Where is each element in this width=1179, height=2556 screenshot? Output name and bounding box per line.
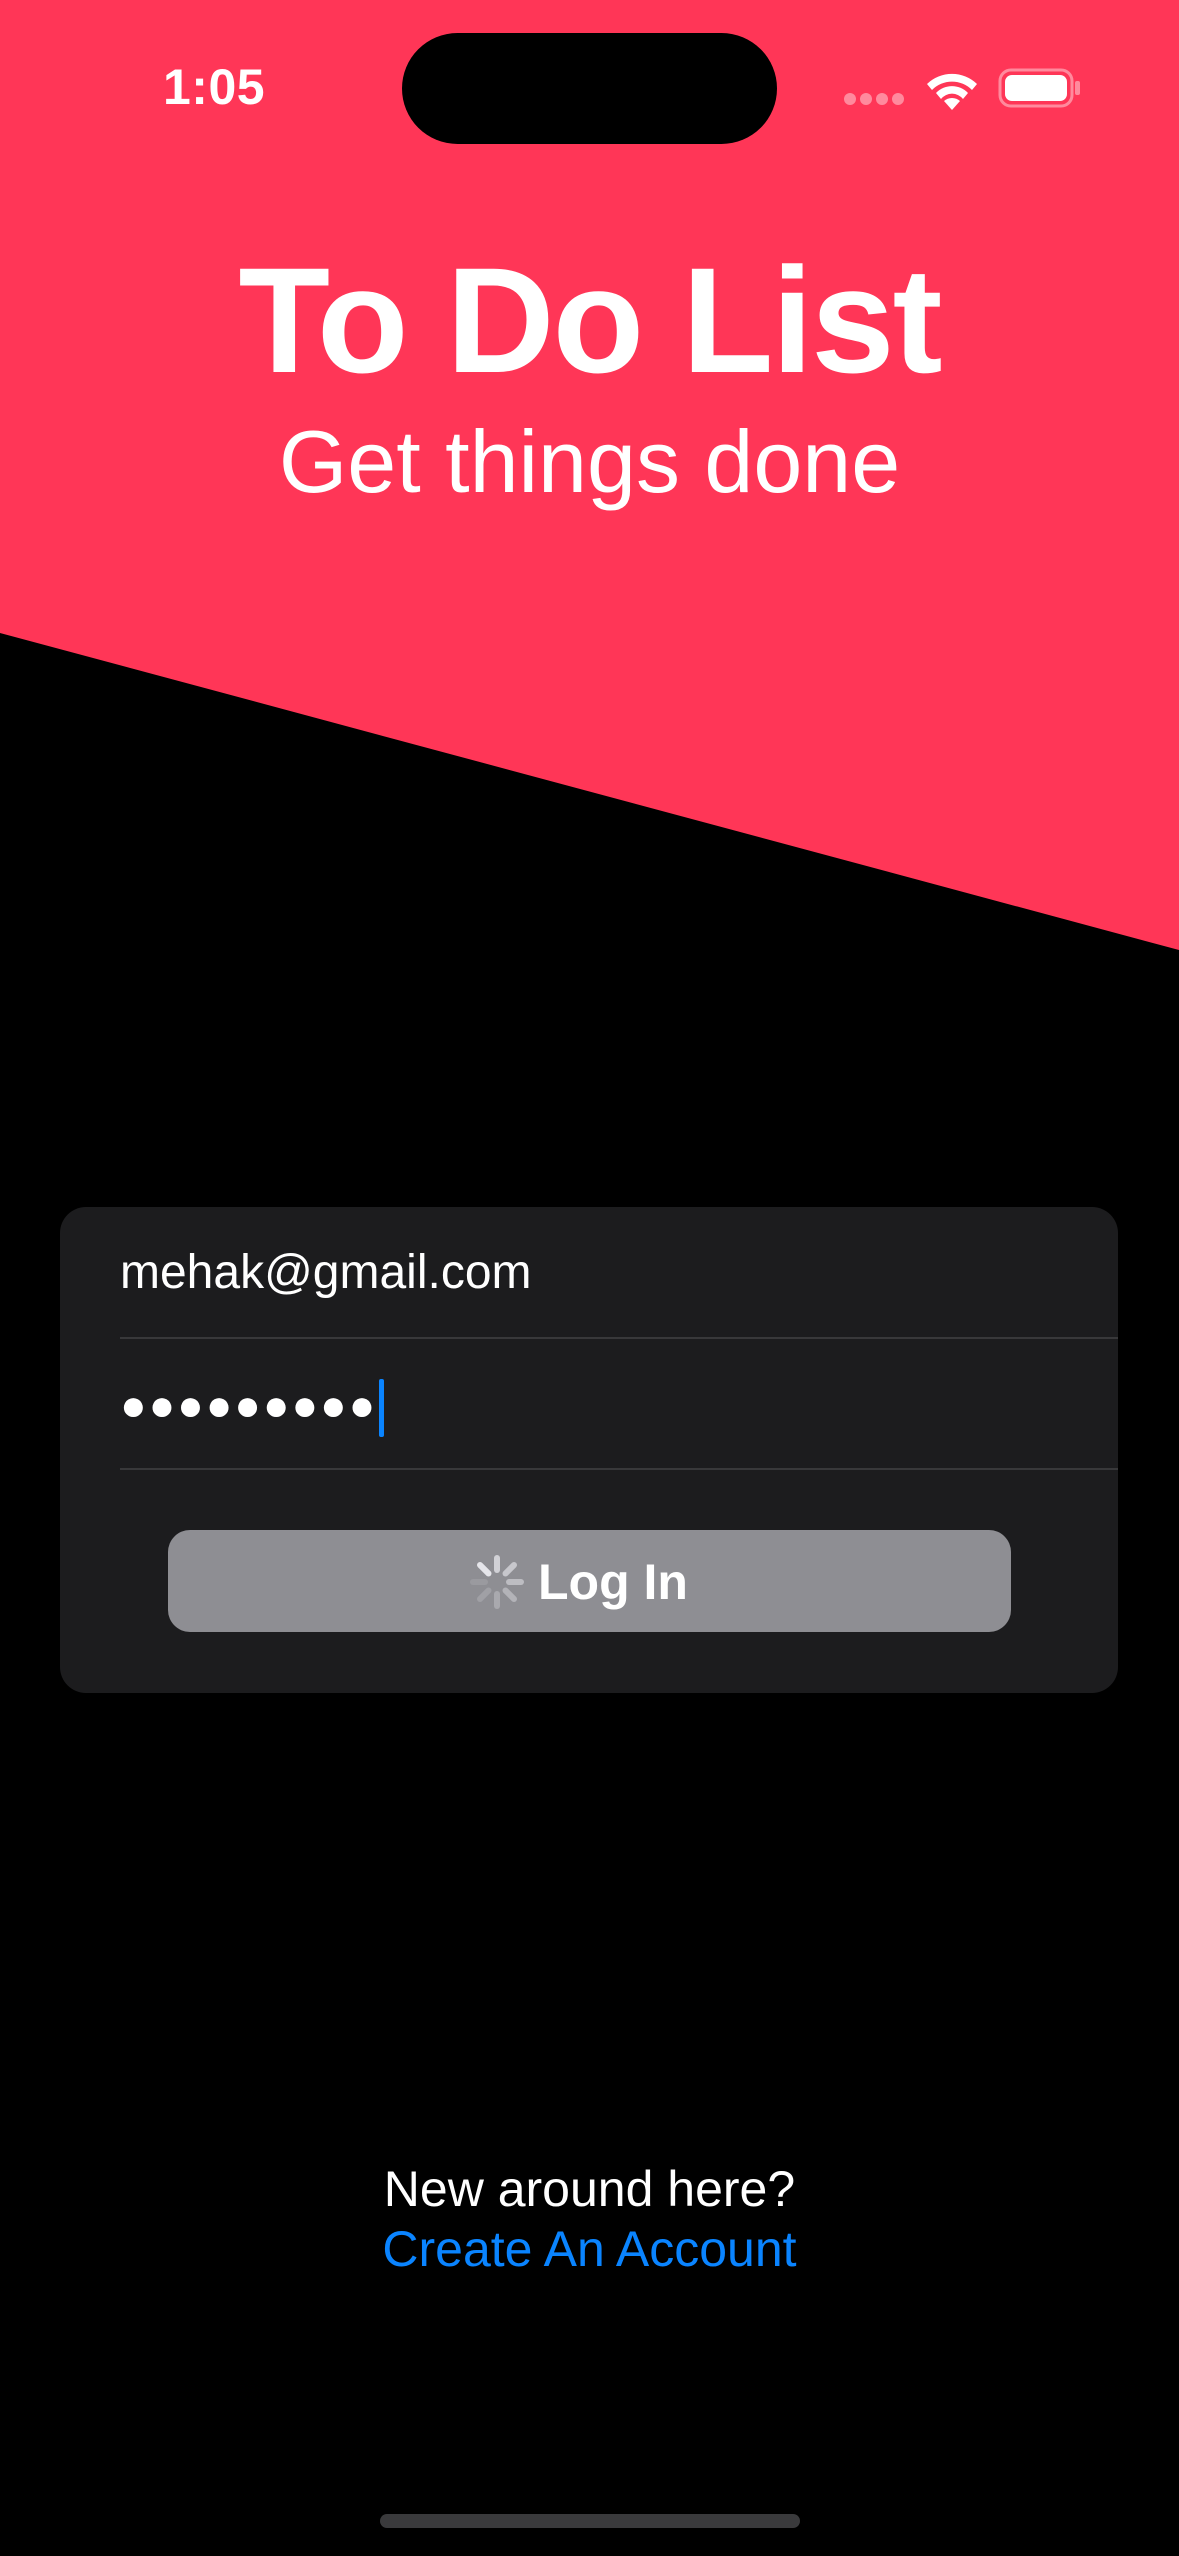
status-bar: 1:05 — [0, 0, 1179, 150]
loading-spinner-icon — [470, 1555, 524, 1609]
login-form: mehak@gmail.com ●●●●●●●●● Log In — [60, 1207, 1118, 1693]
new-user-prompt: New around here? — [383, 2161, 796, 2217]
dynamic-island — [402, 33, 777, 144]
text-cursor — [379, 1379, 385, 1438]
create-account-link[interactable]: Create An Account — [0, 2220, 1179, 2278]
status-time: 1:05 — [163, 59, 266, 115]
app-title: To Do List — [238, 236, 942, 404]
email-input-value: mehak@gmail.com — [120, 1246, 532, 1299]
login-button[interactable]: Log In — [168, 1530, 1011, 1632]
password-field[interactable]: ●●●●●●●●● — [120, 1338, 1118, 1470]
signal-icon — [844, 93, 904, 105]
app-subtitle: Get things done — [278, 412, 901, 511]
password-input-value: ●●●●●●●●● — [120, 1381, 378, 1430]
login-button-label: Log In — [538, 1554, 688, 1610]
email-field[interactable]: mehak@gmail.com — [120, 1207, 1118, 1339]
battery-icon — [998, 68, 1080, 108]
wifi-icon — [927, 73, 977, 110]
home-indicator[interactable] — [380, 2514, 800, 2528]
